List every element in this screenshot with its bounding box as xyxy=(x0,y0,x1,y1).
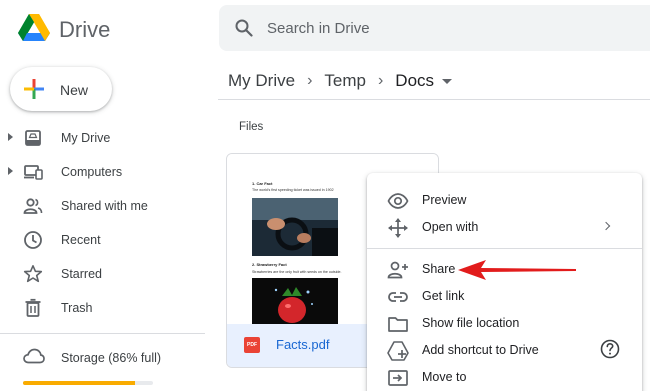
breadcrumb-item-docs[interactable]: Docs xyxy=(395,71,434,91)
folder-icon xyxy=(388,317,408,332)
open-with-icon xyxy=(388,218,408,238)
sidebar-item-starred[interactable]: Starred xyxy=(0,259,205,289)
main-divider xyxy=(218,99,650,100)
sidebar-item-label: My Drive xyxy=(61,131,111,145)
app-brand: Drive xyxy=(59,17,111,42)
menu-item-add-shortcut[interactable]: Add shortcut to Drive xyxy=(367,337,642,364)
header-bar: Drive Search in Drive xyxy=(0,0,650,62)
sidebar-item-label: Trash xyxy=(61,301,93,315)
breadcrumb: My Drive › Temp › Docs xyxy=(228,68,453,94)
expand-caret-icon[interactable] xyxy=(8,133,13,141)
context-menu: Preview Open with Share Get link Show fi… xyxy=(367,173,642,391)
car-driving-photo xyxy=(252,198,338,256)
eye-icon xyxy=(387,193,409,209)
menu-item-open-with[interactable]: Open with xyxy=(367,214,642,241)
new-button-label: New xyxy=(60,82,89,98)
star-icon xyxy=(23,264,43,283)
chevron-right-icon: › xyxy=(377,72,384,89)
thumb-text-2: Strawberries are the only fruit with see… xyxy=(252,270,342,274)
storage-label[interactable]: Storage (86% full) xyxy=(61,351,161,365)
strawberry-photo xyxy=(252,278,338,324)
menu-item-label: Get link xyxy=(422,289,465,303)
chevron-right-icon xyxy=(601,221,611,231)
cloud-icon xyxy=(23,348,45,364)
sidebar-item-computers[interactable]: Computers xyxy=(0,157,205,187)
shared-with-me-icon xyxy=(23,198,43,214)
menu-item-move-to[interactable]: Move to xyxy=(367,364,642,391)
menu-item-show-file-location[interactable]: Show file location xyxy=(367,310,642,337)
menu-item-get-link[interactable]: Get link xyxy=(367,283,642,310)
sidebar-divider xyxy=(0,333,205,334)
sidebar-item-shared-with-me[interactable]: Shared with me xyxy=(0,191,205,221)
thumb-text-1: The world's first speeding ticket was is… xyxy=(252,188,334,192)
sidebar-item-recent[interactable]: Recent xyxy=(0,225,205,255)
computers-icon xyxy=(24,165,43,180)
menu-item-label: Preview xyxy=(422,193,467,207)
search-input[interactable]: Search in Drive xyxy=(267,20,370,37)
thumb-heading-1: 1. Car Fact xyxy=(252,181,273,186)
breadcrumb-item-temp[interactable]: Temp xyxy=(324,71,366,91)
share-person-icon xyxy=(387,261,408,279)
sidebar-item-trash[interactable]: Trash xyxy=(0,293,205,323)
dropdown-caret-icon[interactable] xyxy=(442,78,453,84)
expand-caret-icon[interactable] xyxy=(8,167,13,175)
my-drive-icon xyxy=(25,130,41,146)
link-icon xyxy=(388,292,408,302)
sidebar-item-my-drive[interactable]: My Drive xyxy=(0,123,205,153)
sidebar-item-label: Shared with me xyxy=(61,199,148,213)
pdf-file-icon: PDF xyxy=(244,337,260,353)
menu-item-label: Move to xyxy=(422,370,467,384)
add-shortcut-icon xyxy=(387,341,409,361)
annotation-arrow-icon xyxy=(458,260,576,280)
menu-item-label: Show file location xyxy=(422,316,520,330)
clock-icon xyxy=(24,231,42,249)
help-icon[interactable] xyxy=(600,339,620,359)
search-icon[interactable] xyxy=(235,19,253,37)
breadcrumb-item-my-drive[interactable]: My Drive xyxy=(228,71,295,91)
sidebar-item-label: Recent xyxy=(61,233,101,247)
search-bar[interactable]: Search in Drive xyxy=(219,5,650,51)
chevron-right-icon: › xyxy=(307,72,313,89)
sidebar-item-label: Starred xyxy=(61,267,102,281)
trash-icon xyxy=(25,298,41,317)
menu-divider xyxy=(367,248,642,249)
storage-progress-fill xyxy=(23,381,135,385)
new-button[interactable]: New xyxy=(10,67,112,111)
drive-logo-icon[interactable] xyxy=(18,14,50,44)
menu-item-label: Share xyxy=(422,262,456,276)
thumb-heading-2: 2. Strawberry Fact xyxy=(252,262,287,267)
sidebar-item-label: Computers xyxy=(61,165,123,179)
move-to-icon xyxy=(388,370,408,386)
menu-item-preview[interactable]: Preview xyxy=(367,187,642,214)
storage-progress-bar xyxy=(23,381,153,385)
plus-icon xyxy=(24,79,44,99)
menu-item-label: Open with xyxy=(422,220,479,234)
section-label-files: Files xyxy=(239,121,264,133)
menu-item-label: Add shortcut to Drive xyxy=(422,343,539,357)
file-name[interactable]: Facts.pdf xyxy=(276,337,329,352)
